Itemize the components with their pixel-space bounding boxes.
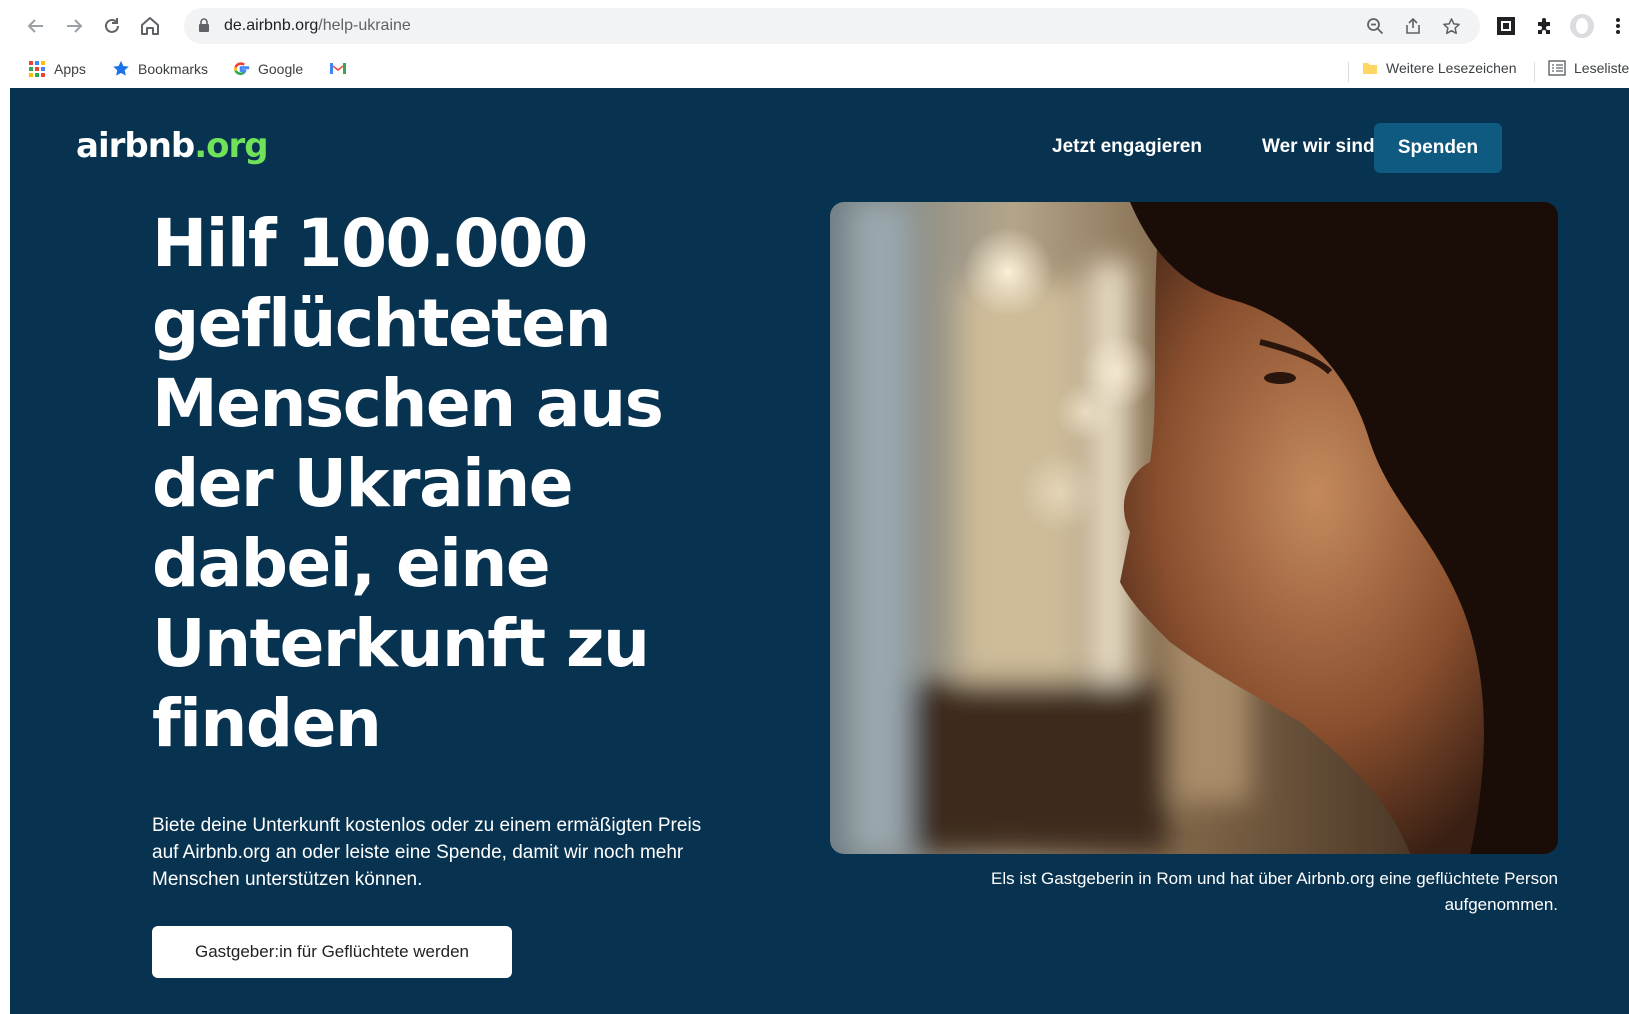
lock-icon[interactable] — [198, 18, 210, 32]
browser-toolbar: de.airbnb.org/help-ukraine — [0, 0, 1629, 52]
forward-arrow-icon[interactable] — [60, 12, 88, 40]
logo-main: airbnb — [76, 126, 195, 166]
url-host: de.airbnb.org — [224, 17, 319, 34]
hero-headline: Hilf 100.000 geflüchteten Menschen aus d… — [152, 205, 664, 762]
donate-button[interactable]: Spenden — [1374, 123, 1502, 173]
bookmarks-separator — [1534, 62, 1535, 82]
reload-icon[interactable] — [98, 12, 126, 40]
share-icon[interactable] — [1402, 15, 1424, 37]
window-edge — [0, 88, 10, 1014]
bookmark-reading-list-label: Leseliste — [1574, 60, 1629, 76]
back-arrow-icon[interactable] — [22, 12, 50, 40]
puzzle-icon[interactable] — [1530, 12, 1558, 40]
bookmark-google[interactable]: Google — [232, 60, 303, 78]
address-bar[interactable]: de.airbnb.org/help-ukraine — [184, 8, 1480, 44]
bookmark-bookmarks[interactable]: Bookmarks — [112, 60, 208, 78]
bookmark-star-icon — [113, 60, 129, 76]
bookmark-bookmarks-label: Bookmarks — [138, 61, 209, 77]
become-host-button[interactable]: Gastgeber:in für Geflüchtete werden — [152, 926, 512, 978]
bookmarks-bar: Apps Bookmarks Google Weitere Lesezeiche… — [0, 52, 1629, 88]
bookmarks-separator — [1348, 62, 1349, 82]
profile-avatar-icon[interactable] — [1568, 12, 1596, 40]
google-g-icon — [234, 62, 250, 76]
nav-link-about[interactable]: Wer wir sind — [1262, 124, 1375, 170]
bookmark-apps-label: Apps — [54, 61, 86, 77]
bookmark-apps[interactable]: Apps — [28, 60, 86, 78]
bookmark-reading-list[interactable]: Leseliste — [1548, 60, 1629, 76]
bookmark-gmail[interactable] — [328, 60, 348, 76]
bookmark-more-label: Weitere Lesezeichen — [1386, 60, 1517, 76]
home-icon[interactable] — [136, 12, 164, 40]
web-page: airbnb.org Jetzt engagieren Wer wir sind… — [10, 88, 1629, 1014]
woman-portrait-image — [830, 202, 1558, 854]
zoom-icon[interactable] — [1364, 15, 1386, 37]
nav-link-engage[interactable]: Jetzt engagieren — [1052, 124, 1202, 170]
hero-photo — [830, 202, 1558, 854]
star-icon[interactable] — [1440, 15, 1462, 37]
hero-lead-text: Biete deine Unterkunft kostenlos oder zu… — [152, 815, 702, 890]
reading-list-icon — [1548, 60, 1566, 76]
site-logo[interactable]: airbnb.org — [76, 126, 269, 166]
bookmark-google-label: Google — [258, 61, 304, 77]
gmail-icon — [330, 63, 346, 74]
url-path: /help-ukraine — [318, 17, 411, 34]
url-text[interactable]: de.airbnb.org/help-ukraine — [224, 17, 411, 35]
folder-icon — [1363, 63, 1377, 74]
bookmark-more[interactable]: Weitere Lesezeichen — [1362, 60, 1516, 76]
extension-icon[interactable] — [1492, 12, 1520, 40]
apps-grid-icon — [29, 61, 45, 77]
menu-dots-icon[interactable] — [1604, 12, 1629, 40]
logo-org: .org — [194, 126, 268, 166]
photo-caption: Els ist Gastgeberin in Rom und hat über … — [990, 869, 1558, 914]
